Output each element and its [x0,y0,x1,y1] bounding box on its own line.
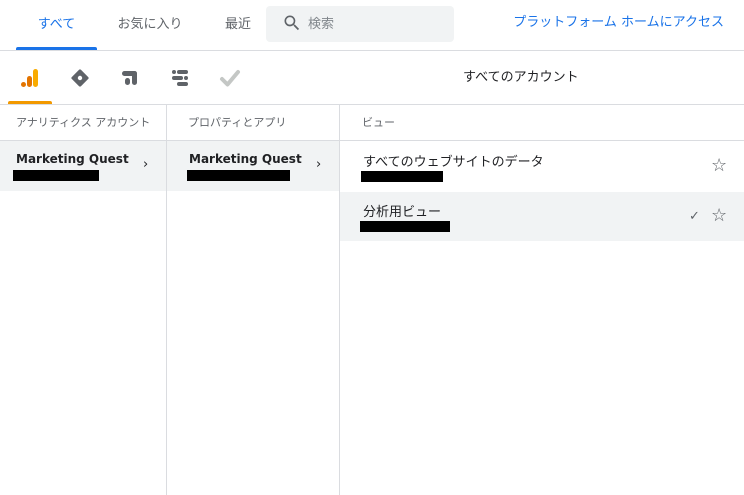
active-product-indicator [8,101,52,104]
view-name: 分析用ビュー [363,205,442,220]
checkmark-product-icon [220,69,240,86]
active-tab-indicator [16,47,97,50]
analytics-icon [21,68,38,87]
search-input[interactable] [308,6,448,42]
views-column-header: ビュー [362,116,395,129]
redacted-view-id [360,221,450,232]
properties-column-header: プロパティとアプリ [188,116,287,129]
data-studio-icon [172,69,188,86]
optimize-icon [122,70,137,85]
tag-manager-icon [71,68,89,87]
view-name: すべてのウェブサイトのデータ [363,155,544,170]
platform-home-link[interactable]: プラットフォーム ホームにアクセス [513,0,724,46]
star-icon[interactable]: ☆ [711,207,727,225]
property-name: Marketing Quest [189,152,302,166]
redacted-view-id [361,171,443,182]
chevron-right-icon: › [143,157,149,172]
tab-recent[interactable]: 最近 [216,0,260,50]
all-accounts-label: すべてのアカウント [463,70,579,85]
property-row[interactable] [167,141,339,191]
product-analytics-button[interactable] [8,51,52,104]
accounts-column-header: アナリティクス アカウント [16,116,151,129]
product-surveys-button[interactable] [208,51,252,104]
account-name: Marketing Quest [16,152,129,166]
product-tag-manager-button[interactable] [58,51,102,104]
product-data-studio-button[interactable] [158,51,202,104]
tab-favorites[interactable]: お気に入り [110,0,190,50]
check-icon: ✓ [689,209,700,224]
chevron-right-icon: › [316,157,322,172]
account-row[interactable] [0,141,166,191]
redacted-account-id [13,170,99,181]
search-icon [284,15,300,31]
redacted-property-id [187,170,290,181]
product-optimize-button[interactable] [108,51,152,104]
star-icon[interactable]: ☆ [711,157,727,175]
tab-all[interactable]: すべて [16,0,97,50]
